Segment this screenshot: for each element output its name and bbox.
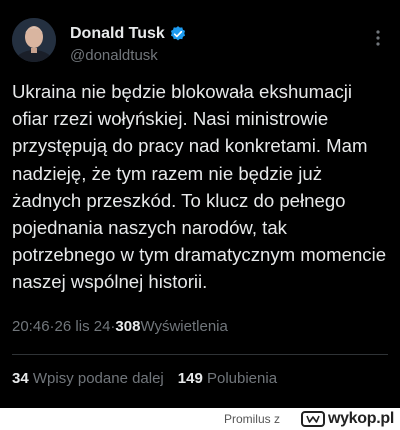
tweet-time[interactable]: 20:46 xyxy=(12,318,50,335)
display-name[interactable]: Donald Tusk xyxy=(70,25,165,43)
site-name: wykop.pl xyxy=(327,410,394,427)
footer-author: Promilus z xyxy=(224,412,280,426)
watermark-footer: Promilus z wykop.pl xyxy=(0,408,400,430)
footer-author-name[interactable]: Promilus xyxy=(224,412,271,426)
avatar[interactable] xyxy=(12,18,56,62)
likes-stat[interactable]: 149 Polubienia xyxy=(178,370,277,387)
verified-badge-icon xyxy=(170,26,185,41)
avatar-photo-icon xyxy=(12,18,56,62)
tweet-text: Ukraina nie będzie blokowała ekshumacji … xyxy=(12,81,387,293)
likes-count: 149 xyxy=(177,370,203,387)
views-count: 308 xyxy=(115,318,141,335)
divider xyxy=(12,354,388,355)
tweet-meta: 20:46 · 26 lis 24 · 308 Wyświetlenia xyxy=(12,318,228,335)
stat-spacer xyxy=(164,370,178,387)
engagement-stats: 34 Wpisy podane dalej 149 Polubienia xyxy=(12,370,277,387)
wykop-logo-icon xyxy=(300,411,325,427)
retweets-label: Wpisy podane dalej xyxy=(28,370,164,387)
user-handle[interactable]: @donaldtusk xyxy=(70,47,158,64)
tweet-card: Donald Tusk @donaldtusk Ukraina nie będz… xyxy=(0,0,400,408)
views-label: Wyświetlenia xyxy=(140,318,228,335)
site-logo[interactable]: wykop.pl xyxy=(300,410,394,428)
retweets-stat[interactable]: 34 Wpisy podane dalej xyxy=(12,370,164,387)
tweet-date[interactable]: 26 lis 24 xyxy=(55,318,111,335)
more-dots-icon xyxy=(376,30,380,46)
display-name-row: Donald Tusk xyxy=(70,24,187,44)
retweets-count: 34 xyxy=(12,370,29,387)
likes-label: Polubienia xyxy=(202,370,278,387)
footer-author-suffix: z xyxy=(270,412,280,426)
more-options-button[interactable] xyxy=(368,28,388,48)
